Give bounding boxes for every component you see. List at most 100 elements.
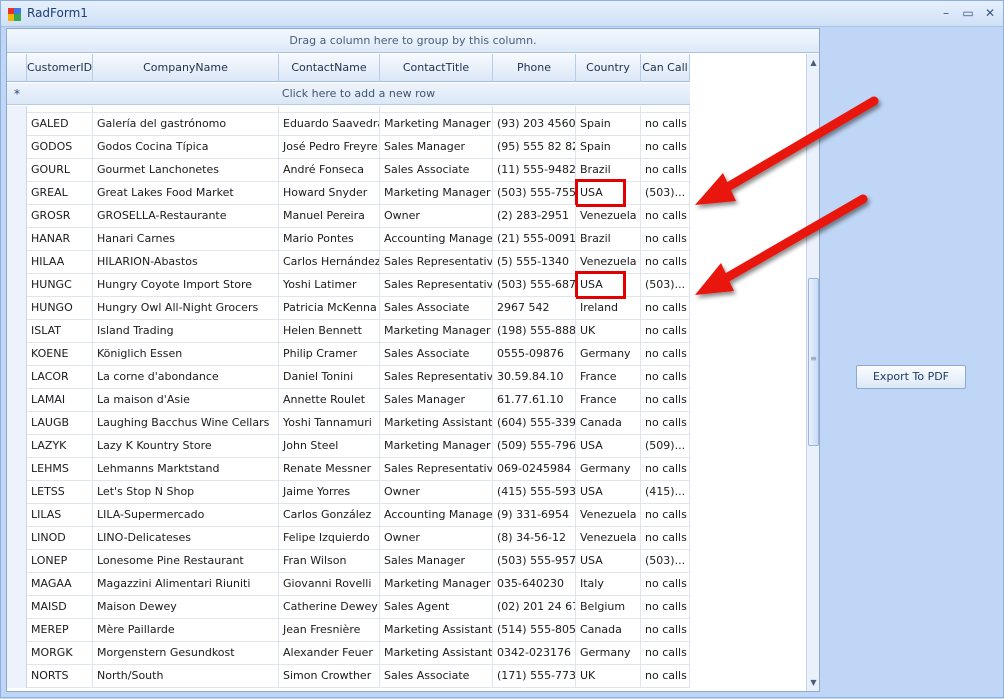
cell-customerid[interactable]: KOENE — [27, 343, 93, 366]
scrollbar-thumb[interactable]: ≡ — [808, 278, 819, 446]
table-row[interactable]: MORGK Morgenstern Gesundkost Alexander Feu… — [7, 642, 690, 665]
cell-contactname[interactable]: Catherine Dewey — [279, 596, 380, 619]
cell-cancall[interactable]: no calls — [641, 665, 690, 688]
cell-contactname[interactable]: Howard Snyder — [279, 182, 380, 205]
cell-contacttitle[interactable]: Accounting Manager — [380, 228, 493, 251]
cell-contacttitle[interactable]: Owner — [380, 527, 493, 550]
cell-companyname[interactable]: Let's Stop N Shop — [93, 481, 279, 504]
cell-companyname[interactable]: Hanari Carnes — [93, 228, 279, 251]
table-row[interactable]: HANAR Hanari Carnes Mario Pontes Accounting… — [7, 228, 690, 251]
table-row[interactable]: ISLAT Island Trading Helen Bennett Marketin… — [7, 320, 690, 343]
column-header-companyname[interactable]: CompanyName — [93, 54, 279, 82]
cell-cancall[interactable]: no calls — [641, 619, 690, 642]
cell-customerid[interactable]: MEREP — [27, 619, 93, 642]
cell-customerid[interactable]: MORGK — [27, 642, 93, 665]
cell-country[interactable]: USA — [576, 550, 641, 573]
cell-contacttitle[interactable]: Marketing Manager — [380, 435, 493, 458]
cell-contacttitle[interactable]: Sales Manager — [380, 136, 493, 159]
cell-customerid[interactable]: MAGAA — [27, 573, 93, 596]
cell-country[interactable]: Belgium — [576, 596, 641, 619]
row-indicator[interactable] — [7, 389, 27, 412]
cell-cancall[interactable]: no calls — [641, 136, 690, 159]
table-row[interactable]: FURIBFuria Bacalhau e Frutos do MarLino … — [7, 106, 690, 113]
cell-customerid[interactable]: HILAA — [27, 251, 93, 274]
group-panel[interactable]: Drag a column here to group by this colu… — [7, 29, 819, 53]
cell-phone[interactable]: (1) 354-2534 — [493, 106, 576, 113]
row-indicator[interactable] — [7, 412, 27, 435]
row-indicator[interactable] — [7, 550, 27, 573]
table-row[interactable]: GALED Galería del gastrónomo Eduardo Saave… — [7, 113, 690, 136]
close-button[interactable]: ✕ — [981, 6, 999, 20]
customers-grid[interactable]: Drag a column here to group by this colu… — [6, 28, 820, 692]
row-indicator[interactable] — [7, 665, 27, 688]
cell-customerid[interactable]: GALED — [27, 113, 93, 136]
table-row[interactable]: LAMAI La maison d'Asie Annette Roulet Sales… — [7, 389, 690, 412]
cell-companyname[interactable]: Mère Paillarde — [93, 619, 279, 642]
cell-companyname[interactable]: Laughing Bacchus Wine Cellars — [93, 412, 279, 435]
cell-contactname[interactable]: André Fonseca — [279, 159, 380, 182]
cell-phone[interactable]: (509) 555-7969 — [493, 435, 576, 458]
cell-phone[interactable]: 0342-023176 — [493, 642, 576, 665]
cell-customerid[interactable]: FURIB — [27, 106, 93, 113]
cell-cancall[interactable]: (503)... — [641, 550, 690, 573]
cell-contactname[interactable]: Patricia McKenna — [279, 297, 380, 320]
cell-country[interactable]: Brazil — [576, 228, 641, 251]
cell-country[interactable]: France — [576, 366, 641, 389]
cell-phone[interactable]: (514) 555-8054 — [493, 619, 576, 642]
cell-phone[interactable]: (9) 331-6954 — [493, 504, 576, 527]
cell-contacttitle[interactable]: Sales Representative — [380, 274, 493, 297]
cell-phone[interactable]: 61.77.61.10 — [493, 389, 576, 412]
cell-country[interactable]: Germany — [576, 458, 641, 481]
row-indicator[interactable] — [7, 228, 27, 251]
cell-phone[interactable]: 035-640230 — [493, 573, 576, 596]
cell-contactname[interactable]: Jaime Yorres — [279, 481, 380, 504]
table-row[interactable]: LAUGB Laughing Bacchus Wine Cellars Yoshi … — [7, 412, 690, 435]
row-indicator[interactable] — [7, 113, 27, 136]
cell-customerid[interactable]: NORTS — [27, 665, 93, 688]
cell-country[interactable]: Portugal — [576, 106, 641, 113]
row-indicator[interactable] — [7, 619, 27, 642]
minimize-button[interactable]: – — [937, 6, 955, 20]
row-indicator[interactable] — [7, 573, 27, 596]
table-row[interactable]: LINOD LINO-Delicateses Felipe Izquierdo Own… — [7, 527, 690, 550]
table-row[interactable]: HUNGC Hungry Coyote Import Store Yoshi Lat… — [7, 271, 690, 299]
cell-contacttitle[interactable]: Marketing Assistant — [380, 412, 493, 435]
scroll-up-arrow-icon[interactable]: ▲ — [807, 56, 819, 70]
cell-contacttitle[interactable]: Marketing Manager — [380, 320, 493, 343]
cell-customerid[interactable]: LACOR — [27, 366, 93, 389]
row-indicator[interactable] — [7, 159, 27, 182]
column-header-contactname[interactable]: ContactName — [279, 54, 380, 82]
cell-companyname[interactable]: Great Lakes Food Market — [93, 182, 279, 205]
cell-companyname[interactable]: Hungry Coyote Import Store — [93, 274, 279, 297]
cell-contactname[interactable]: Manuel Pereira — [279, 205, 380, 228]
table-row[interactable]: LACOR La corne d'abondance Daniel Tonini Sa… — [7, 366, 690, 389]
cell-contacttitle[interactable]: Sales Associate — [380, 665, 493, 688]
cell-country[interactable]: Canada — [576, 412, 641, 435]
cell-country[interactable]: Canada — [576, 619, 641, 642]
cell-country[interactable]: Spain — [576, 113, 641, 136]
cell-contactname[interactable]: José Pedro Freyre — [279, 136, 380, 159]
cell-customerid[interactable]: MAISD — [27, 596, 93, 619]
cell-companyname[interactable]: Magazzini Alimentari Riuniti — [93, 573, 279, 596]
cell-phone[interactable]: (503) 555-9573 — [493, 550, 576, 573]
cell-phone[interactable]: 2967 542 — [493, 297, 576, 320]
cell-cancall[interactable]: (503)... — [641, 274, 690, 297]
row-indicator[interactable] — [7, 297, 27, 320]
column-header-cancall[interactable]: Can Call — [641, 54, 690, 82]
cell-companyname[interactable]: Königlich Essen — [93, 343, 279, 366]
cell-cancall[interactable]: no calls — [641, 504, 690, 527]
row-indicator[interactable] — [7, 458, 27, 481]
cell-contacttitle[interactable]: Sales Manager — [380, 550, 493, 573]
table-row[interactable]: LILAS LILA-Supermercado Carlos González Acc… — [7, 504, 690, 527]
cell-companyname[interactable]: Maison Dewey — [93, 596, 279, 619]
cell-contacttitle[interactable]: Sales Representative — [380, 458, 493, 481]
row-indicator[interactable] — [7, 106, 27, 113]
cell-customerid[interactable]: LONEP — [27, 550, 93, 573]
cell-customerid[interactable]: GREAL — [27, 182, 93, 205]
cell-phone[interactable]: (503) 555-7555 — [493, 182, 576, 205]
maximize-button[interactable]: ▭ — [959, 6, 977, 20]
row-indicator[interactable] — [7, 182, 27, 205]
cell-customerid[interactable]: LAZYK — [27, 435, 93, 458]
row-indicator[interactable] — [7, 596, 27, 619]
cell-contacttitle[interactable]: Owner — [380, 205, 493, 228]
